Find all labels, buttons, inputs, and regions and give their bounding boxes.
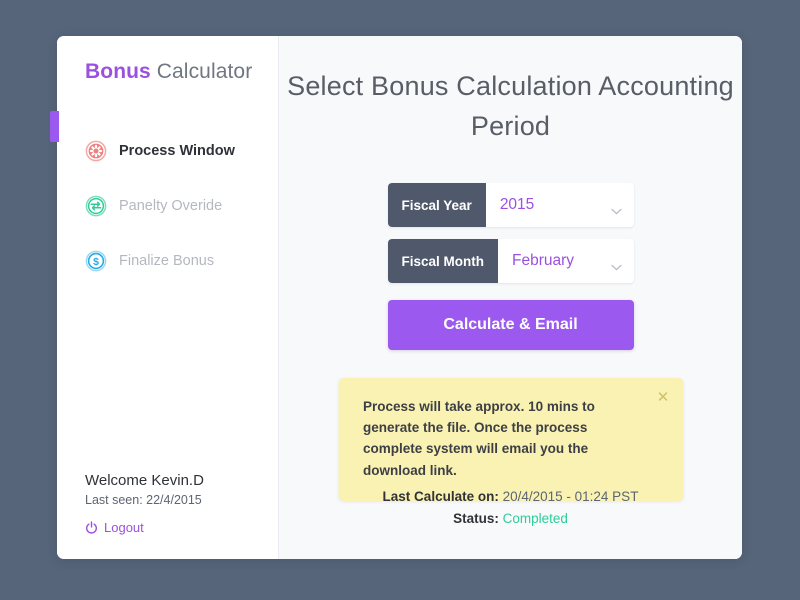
brand-title: Bonus Calculator — [85, 60, 252, 84]
fiscal-month-label: Fiscal Month — [387, 239, 499, 283]
close-icon[interactable]: ✕ — [654, 388, 672, 406]
sidebar-item-label: Finalize Bonus — [119, 253, 215, 269]
status-area: Last Calculate on: 20/4/2015 - 01:24 PST… — [279, 486, 742, 531]
notification-text: Process will take approx. 10 mins to gen… — [363, 399, 595, 478]
welcome-text: Welcome Kevin.D — [85, 472, 204, 489]
last-calculate-line: Last Calculate on: 20/4/2015 - 01:24 PST — [279, 486, 742, 508]
period-form: Fiscal Year 2015 Fiscal Month February C… — [387, 183, 634, 350]
gear-circle-icon — [85, 140, 107, 162]
chevron-down-icon — [610, 258, 622, 270]
sidebar-item-finalize-bonus[interactable]: $ Finalize Bonus — [57, 246, 278, 276]
fiscal-month-value: February — [512, 252, 575, 269]
status-line: Status: Completed — [279, 508, 742, 530]
calculate-and-email-button[interactable]: Calculate & Email — [387, 300, 634, 350]
fiscal-year-select[interactable]: Fiscal Year 2015 — [387, 183, 634, 227]
user-footer: Welcome Kevin.D Last seen: 22/4/2015 Log… — [85, 472, 265, 535]
last-calculate-value: 20/4/2015 - 01:24 PST — [502, 489, 639, 504]
fiscal-month-select[interactable]: Fiscal Month February — [387, 239, 634, 283]
last-calculate-label: Last Calculate on: — [382, 489, 499, 504]
fiscal-year-value-wrap[interactable]: 2015 — [485, 183, 634, 227]
sync-circle-icon — [85, 195, 107, 217]
sidebar-item-label: Panelty Overide — [119, 198, 223, 214]
active-nav-indicator — [50, 111, 59, 142]
brand-title-strong: Bonus — [85, 60, 151, 83]
status-label: Status: — [453, 511, 499, 527]
fiscal-year-label: Fiscal Year — [387, 183, 486, 227]
svg-text:$: $ — [93, 256, 99, 268]
logout-label: Logout — [104, 520, 144, 535]
fiscal-year-value: 2015 — [499, 196, 535, 213]
status-badge: Completed — [502, 511, 568, 527]
fiscal-month-value-wrap[interactable]: February — [498, 239, 634, 283]
page-title: Select Bonus Calculation Accounting Peri… — [287, 71, 734, 141]
sidebar-item-panelty-overide[interactable]: Panelty Overide — [57, 191, 278, 221]
dollar-circle-icon: $ — [85, 250, 107, 272]
brand-title-rest: Calculator — [150, 60, 253, 83]
sidebar-item-label: Process Window — [119, 143, 235, 159]
sidebar-item-process-window[interactable]: Process Window — [57, 136, 278, 166]
power-icon — [85, 521, 98, 534]
chevron-down-icon — [610, 202, 622, 214]
notification-banner: Process will take approx. 10 mins to gen… — [338, 378, 683, 501]
app-card: Bonus Calculator Process Window Panelty … — [57, 36, 742, 559]
last-seen-text: Last seen: 22/4/2015 — [85, 493, 202, 507]
sidebar-nav: Process Window Panelty Overide $ Finaliz… — [57, 136, 278, 301]
logout-button[interactable]: Logout — [85, 520, 265, 535]
sidebar: Bonus Calculator Process Window Panelty … — [57, 36, 279, 559]
main-panel: Select Bonus Calculation Accounting Peri… — [279, 36, 742, 559]
